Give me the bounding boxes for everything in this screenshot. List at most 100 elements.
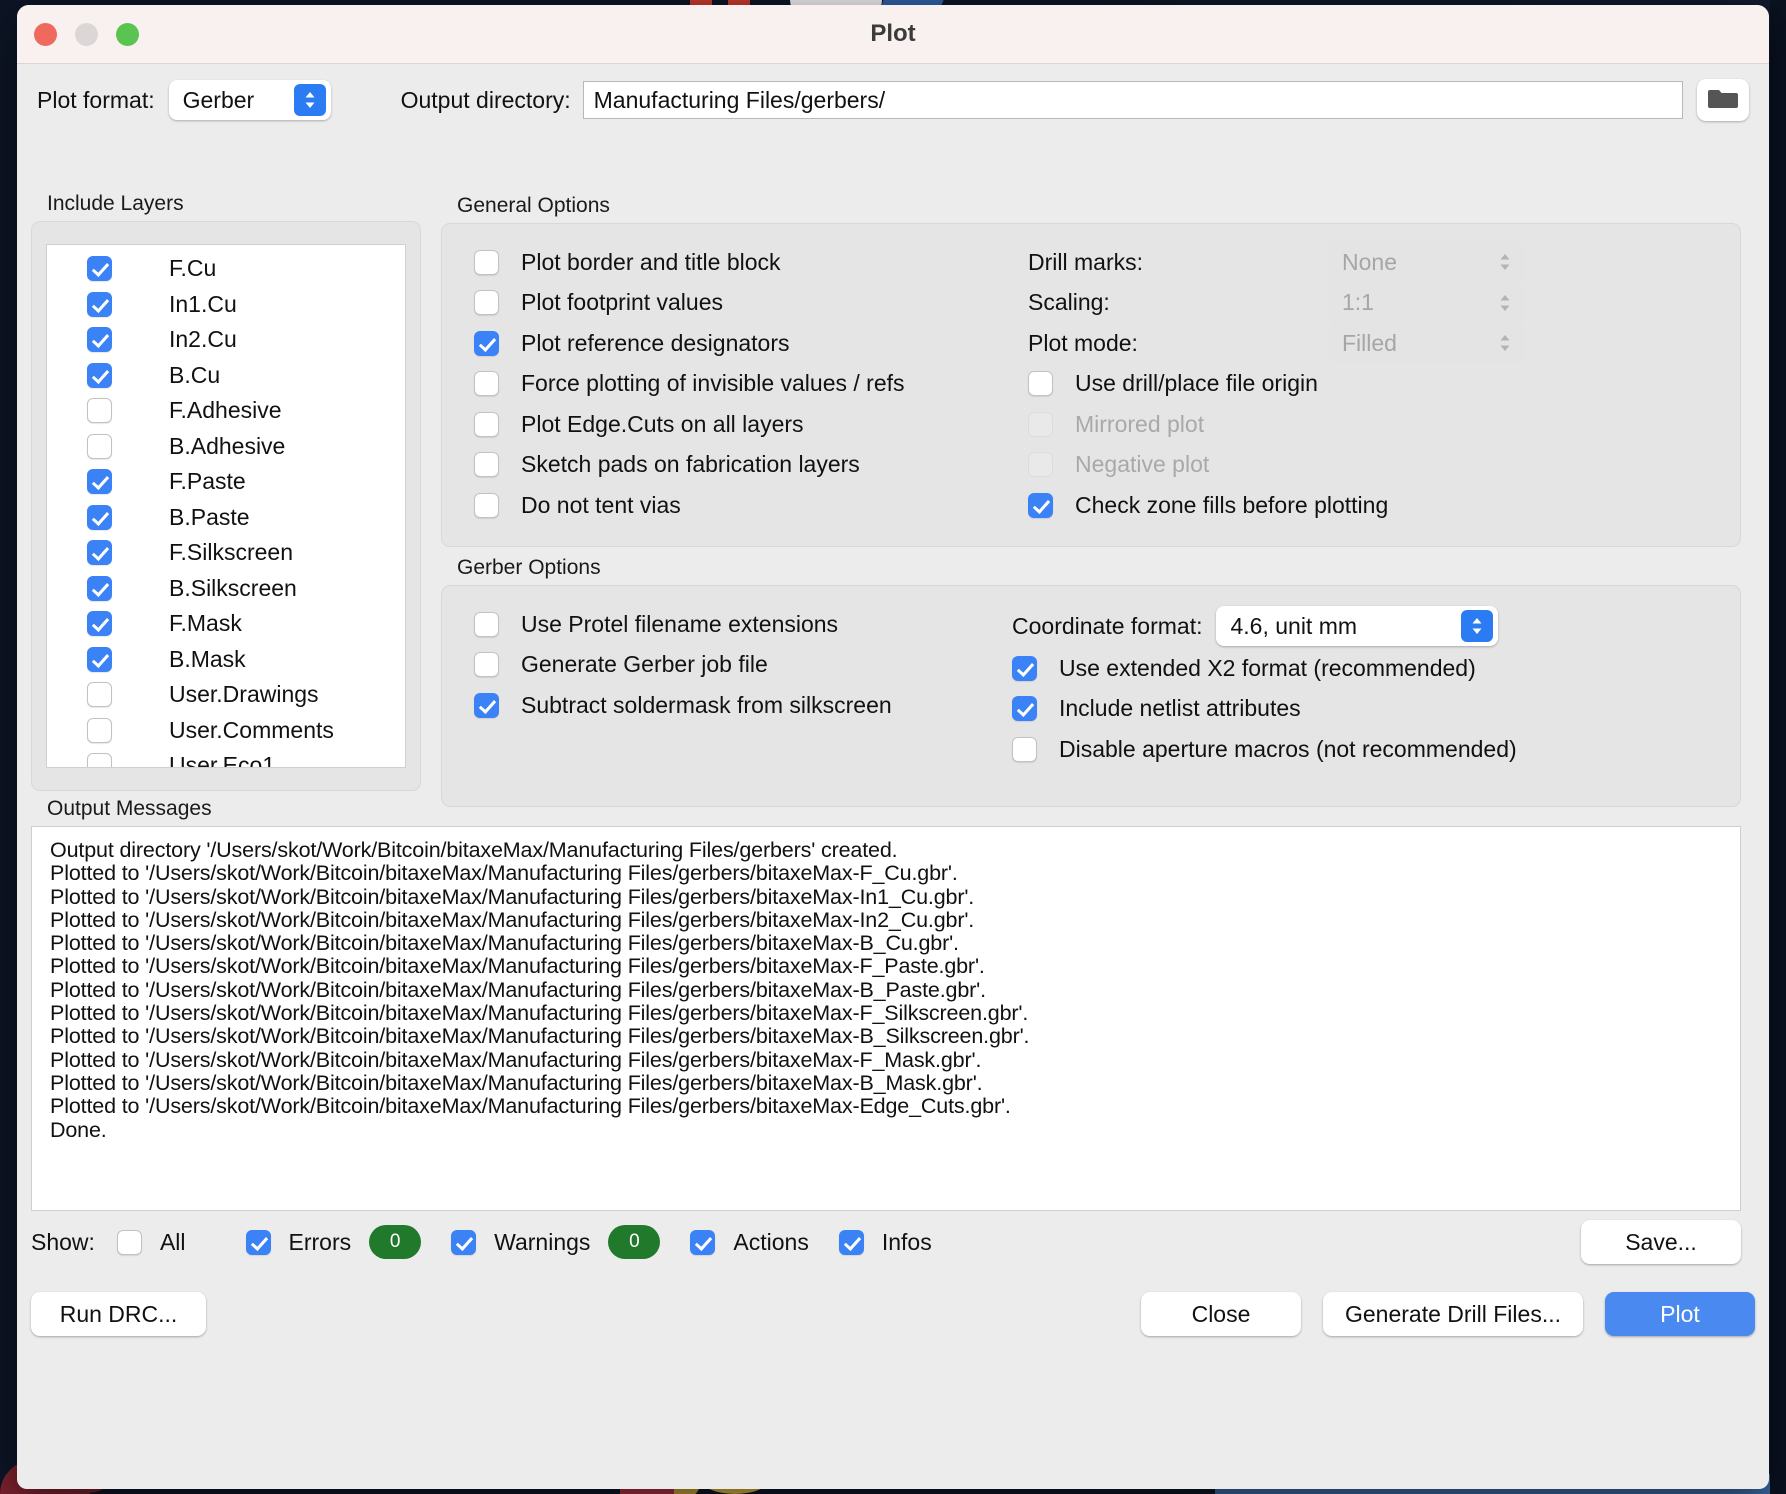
checkbox[interactable]: [1012, 656, 1037, 681]
show-filter-infos[interactable]: Infos: [839, 1229, 932, 1256]
checkbox[interactable]: [117, 1230, 142, 1255]
checkbox[interactable]: [87, 647, 112, 672]
generate-drill-files-button[interactable]: Generate Drill Files...: [1323, 1292, 1583, 1336]
option-row[interactable]: Use extended X2 format (recommended): [1012, 648, 1732, 689]
checkbox[interactable]: [690, 1230, 715, 1255]
message-line: Plotted to '/Users/skot/Work/Bitcoin/bit…: [50, 1049, 1740, 1072]
checkbox[interactable]: [87, 292, 112, 317]
browse-directory-button[interactable]: [1697, 79, 1749, 121]
option-row[interactable]: Do not tent vias: [474, 485, 905, 526]
layer-label: B.Cu: [169, 362, 220, 389]
run-drc-button[interactable]: Run DRC...: [31, 1292, 206, 1336]
checkbox[interactable]: [1012, 696, 1037, 721]
checkbox[interactable]: [87, 718, 112, 743]
option-label: Do not tent vias: [521, 492, 681, 519]
checkbox[interactable]: [87, 753, 112, 768]
checkbox[interactable]: [474, 452, 499, 477]
checkbox[interactable]: [474, 412, 499, 437]
layer-row[interactable]: F.Adhesive: [47, 393, 405, 429]
layer-row[interactable]: User.Drawings: [47, 677, 405, 713]
option-row: Negative plot: [1028, 445, 1718, 486]
option-row[interactable]: Use Protel filename extensions: [474, 604, 892, 645]
checkbox[interactable]: [87, 540, 112, 565]
checkbox[interactable]: [474, 652, 499, 677]
checkbox[interactable]: [246, 1230, 271, 1255]
checkbox[interactable]: [839, 1230, 864, 1255]
option-label: Sketch pads on fabrication layers: [521, 451, 860, 478]
checkbox[interactable]: [474, 290, 499, 315]
checkbox[interactable]: [474, 612, 499, 637]
coordinate-format-select[interactable]: 4.6, unit mm: [1216, 606, 1498, 646]
close-button[interactable]: Close: [1141, 1292, 1301, 1336]
layer-row[interactable]: F.Paste: [47, 464, 405, 500]
layer-list[interactable]: F.CuIn1.CuIn2.Cu B.Cu F.AdhesiveB.Adhesive…: [46, 244, 406, 768]
checkbox[interactable]: [451, 1230, 476, 1255]
checkbox[interactable]: [87, 363, 112, 388]
show-filter-errors[interactable]: Errors0: [246, 1225, 422, 1259]
checkbox[interactable]: [474, 693, 499, 718]
message-line: Plotted to '/Users/skot/Work/Bitcoin/bit…: [50, 886, 1740, 909]
message-line: Plotted to '/Users/skot/Work/Bitcoin/bit…: [50, 862, 1740, 885]
count-badge: 0: [608, 1225, 660, 1259]
checkbox[interactable]: [87, 576, 112, 601]
checkbox[interactable]: [1012, 737, 1037, 762]
option-label: Force plotting of invisible values / ref…: [521, 370, 905, 397]
output-messages-box[interactable]: Output directory '/Users/skot/Work/Bitco…: [31, 826, 1741, 1211]
option-label: Generate Gerber job file: [521, 651, 768, 678]
layer-row[interactable]: B.Cu: [47, 358, 405, 394]
layer-row[interactable]: B.Paste: [47, 500, 405, 536]
layer-row[interactable]: B.Silkscreen: [47, 571, 405, 607]
layer-row[interactable]: User.Eco1: [47, 748, 405, 768]
show-filter-actions[interactable]: Actions: [690, 1229, 808, 1256]
option-row[interactable]: Plot Edge.Cuts on all layers: [474, 404, 905, 445]
option-label: Plot reference designators: [521, 330, 790, 357]
checkbox[interactable]: [87, 327, 112, 352]
checkbox[interactable]: [87, 611, 112, 636]
option-row[interactable]: Disable aperture macros (not recommended…: [1012, 729, 1732, 770]
field-label: Drill marks:: [1028, 249, 1328, 276]
checkbox[interactable]: [474, 250, 499, 275]
checkbox: [1028, 412, 1053, 437]
layer-row[interactable]: B.Mask: [47, 642, 405, 678]
save-button[interactable]: Save...: [1581, 1220, 1741, 1264]
layer-row[interactable]: F.Mask: [47, 606, 405, 642]
checkbox[interactable]: [474, 371, 499, 396]
plot-button[interactable]: Plot: [1605, 1292, 1755, 1336]
option-row[interactable]: Check zone fills before plotting: [1028, 485, 1718, 526]
field-row: Drill marks:None: [1028, 242, 1718, 283]
layer-row[interactable]: User.Comments: [47, 713, 405, 749]
checkbox[interactable]: [474, 493, 499, 518]
output-directory-input[interactable]: Manufacturing Files/gerbers/: [583, 81, 1683, 119]
coordinate-format-label: Coordinate format:: [1012, 613, 1202, 640]
option-row[interactable]: Use drill/place file origin: [1028, 364, 1718, 405]
show-filter-warnings[interactable]: Warnings0: [451, 1225, 660, 1259]
checkbox[interactable]: [87, 434, 112, 459]
option-row[interactable]: Include netlist attributes: [1012, 689, 1732, 730]
layer-row[interactable]: B.Adhesive: [47, 429, 405, 465]
show-filter-all[interactable]: All: [117, 1229, 186, 1256]
checkbox[interactable]: [474, 331, 499, 356]
option-row[interactable]: Generate Gerber job file: [474, 645, 892, 686]
layer-row[interactable]: F.Cu: [47, 251, 405, 287]
page-title: Plot: [17, 20, 1769, 48]
checkbox[interactable]: [87, 256, 112, 281]
option-row[interactable]: Force plotting of invisible values / ref…: [474, 364, 905, 405]
message-line: Plotted to '/Users/skot/Work/Bitcoin/bit…: [50, 979, 1740, 1002]
checkbox[interactable]: [1028, 371, 1053, 396]
checkbox[interactable]: [87, 505, 112, 530]
checkbox[interactable]: [1028, 493, 1053, 518]
field-select: 1:1: [1328, 283, 1526, 323]
layer-row[interactable]: F.Silkscreen: [47, 535, 405, 571]
plot-format-select[interactable]: Gerber: [169, 80, 331, 120]
layer-row[interactable]: In1.Cu: [47, 287, 405, 323]
option-row[interactable]: Subtract soldermask from silkscreen: [474, 685, 892, 726]
checkbox[interactable]: [87, 469, 112, 494]
option-row[interactable]: Sketch pads on fabrication layers: [474, 445, 905, 486]
checkbox[interactable]: [87, 682, 112, 707]
option-row[interactable]: Plot reference designators: [474, 323, 905, 364]
option-row[interactable]: Plot footprint values: [474, 283, 905, 324]
checkbox[interactable]: [87, 398, 112, 423]
option-row[interactable]: Plot border and title block: [474, 242, 905, 283]
layer-row[interactable]: In2.Cu: [47, 322, 405, 358]
output-messages-group: Output Messages Output directory '/Users…: [31, 797, 1741, 1211]
